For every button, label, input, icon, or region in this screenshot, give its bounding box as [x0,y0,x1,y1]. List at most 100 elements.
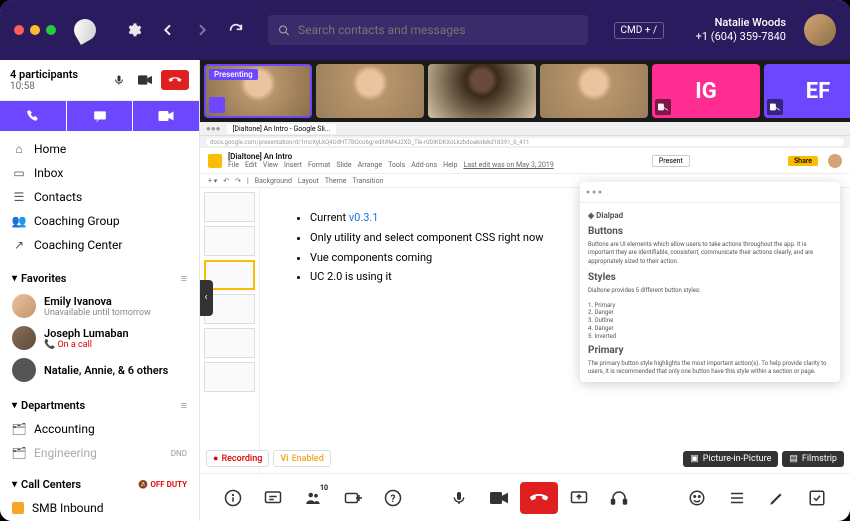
mute-button[interactable] [109,70,129,90]
section-title: Favorites [21,272,66,285]
message-button[interactable] [67,101,133,131]
nav-coaching-center[interactable]: ↗Coaching Center [0,233,199,257]
nav-contacts[interactable]: ☰Contacts [0,185,199,209]
contact-name: Joseph Lumaban [44,327,187,340]
video-tile[interactable] [540,64,648,118]
share-button[interactable]: Share [788,156,818,166]
main-stage: Presenting IG EF ‹ ●●●[Dialtone] An Intr… [200,60,850,521]
callcenter-item[interactable]: SMB Inbound [0,496,199,520]
edit-icon[interactable]: ≡ [181,272,187,285]
vi-badge[interactable]: ViEnabled [273,450,330,467]
nav-coaching-group[interactable]: 👥Coaching Group [0,209,199,233]
floating-panel: ● ● ● ◈ Dialpad Buttons Buttons are UI e… [580,182,840,382]
dept-icon: 🗂 [12,446,26,460]
menu-item[interactable]: Slide [336,161,351,169]
video-tile-initials[interactable]: IG [652,64,760,118]
participants-button[interactable]: 10 [294,482,332,514]
maximize-window[interactable] [46,25,56,35]
search-bar[interactable] [268,15,588,45]
menu-item[interactable]: Edit [245,161,257,169]
start-video-button[interactable] [133,101,199,131]
departments-header[interactable]: ▾Departments≡ [0,394,199,417]
add-participant-button[interactable] [334,482,372,514]
panel-heading: Primary [588,345,832,356]
menu-item[interactable]: Insert [284,161,302,169]
tasks-button[interactable] [798,482,836,514]
nav-inbox[interactable]: ▭Inbox [0,161,199,185]
avatar[interactable] [804,14,836,46]
presenting-badge: Presenting [209,69,258,80]
favorite-contact[interactable]: Joseph Lumaban📞 On a call [0,322,199,354]
off-duty-badge: 🔕 OFF DUTY [138,480,187,489]
search-input[interactable] [298,23,578,37]
forward-icon[interactable] [194,22,210,38]
menu-item[interactable]: Tools [388,161,405,169]
video-tile-presenter[interactable]: Presenting [204,64,312,118]
tb-item[interactable]: Theme [325,177,347,185]
department-item[interactable]: 🗂EngineeringDND [0,441,199,465]
video-tile[interactable] [428,64,536,118]
headset-button[interactable] [600,482,638,514]
menu-item[interactable]: Add-ons [411,161,437,169]
reactions-button[interactable] [678,482,716,514]
chat-button[interactable] [254,482,292,514]
video-tile[interactable] [316,64,424,118]
refresh-icon[interactable] [228,22,244,38]
minimize-window[interactable] [30,25,40,35]
nav-home[interactable]: ⌂Home [0,137,199,161]
recording-badge[interactable]: ●Recording [206,450,269,467]
avatar [12,326,36,350]
back-icon[interactable] [160,22,176,38]
end-call-button[interactable] [520,482,558,514]
browser-tab[interactable]: [Dialtone] An Intro - Google Sli... [227,124,337,134]
department-item[interactable]: 🗂Accounting [0,417,199,441]
help-button[interactable]: ? [374,482,412,514]
menu-item[interactable]: File [228,161,239,169]
present-button[interactable]: Present [652,155,690,167]
video-tile-initials[interactable]: EF [764,64,850,118]
contact-name: Natalie, Annie, & 6 others [44,364,187,377]
dial-button[interactable] [0,101,66,131]
menu-item[interactable]: Format [308,161,330,169]
notes-button[interactable] [718,482,756,514]
info-button[interactable] [214,482,252,514]
favorites-header[interactable]: ▾Favorites≡ [0,267,199,290]
callcenters-header[interactable]: ▾Call Centers🔕 OFF DUTY [0,473,199,496]
collapse-sidebar-button[interactable]: ‹ [200,280,213,316]
video-button[interactable] [135,70,155,90]
home-icon: ⌂ [12,142,26,156]
tb-item[interactable]: Layout [298,177,319,185]
panel-text: Buttons are UI elements which allow user… [588,241,832,266]
avatar [12,294,36,318]
chevron-down-icon: ▾ [12,400,17,411]
tb-item[interactable]: Background [255,177,292,185]
settings-icon[interactable] [126,22,142,38]
sidebar: 4 participants 10:58 ⌂Home ▭Inbox ☰Conta… [0,60,200,521]
filmstrip-button[interactable]: ▤ Filmstrip [782,451,844,467]
hangup-button[interactable] [161,70,189,90]
doc-header: [Dialtone] An Intro File Edit View Inser… [200,148,850,174]
screenshare-button[interactable] [560,482,598,514]
pip-button[interactable]: ▣ Picture-in-Picture [683,451,778,467]
camera-toggle[interactable] [480,482,518,514]
thumbnail[interactable] [204,328,255,358]
mic-toggle[interactable] [440,482,478,514]
favorite-contact[interactable]: Emily IvanovaUnavailable until tomorrow [0,290,199,322]
close-window[interactable] [14,25,24,35]
doc-title: [Dialtone] An Intro [228,152,554,161]
menu-item[interactable]: Help [443,161,457,169]
url-text: docs.google.com/presentation/d/1mcXyLkQ4… [206,138,844,146]
thumbnail[interactable] [204,362,255,392]
thumbnail[interactable] [204,192,255,222]
tb-item[interactable]: Transition [352,177,383,185]
dept-icon: 🗂 [12,422,26,436]
edit-icon[interactable]: ≡ [181,399,187,412]
annotate-button[interactable] [758,482,796,514]
thumbnail[interactable] [204,226,255,256]
menu-item[interactable]: View [263,161,278,169]
favorite-contact[interactable]: Natalie, Annie, & 6 others [0,354,199,386]
cc-label: SMB Inbound [32,501,104,515]
current-user[interactable]: Natalie Woods +1 (604) 359-7840 [696,16,786,45]
panel-heading: Buttons [588,226,832,237]
menu-item[interactable]: Arrange [358,161,383,169]
